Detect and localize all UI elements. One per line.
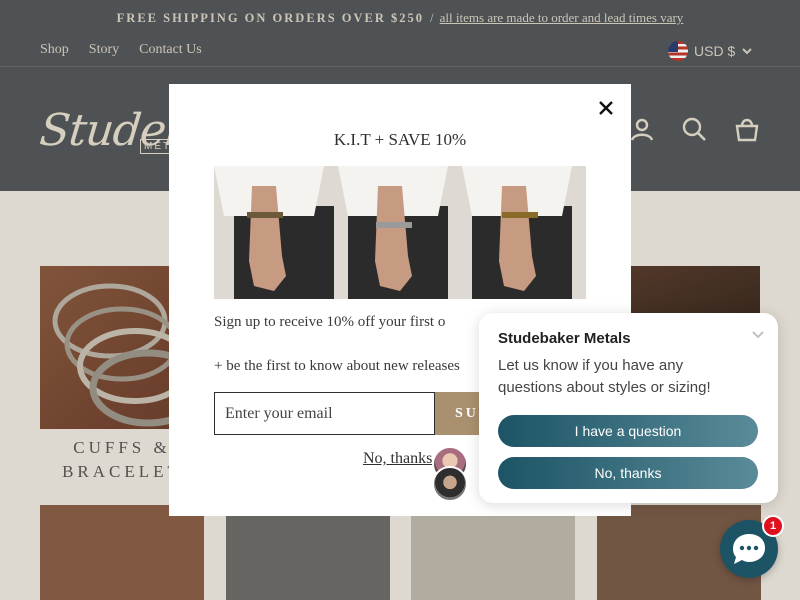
chat-sender-name: Studebaker Metals	[498, 330, 631, 347]
unread-badge: 1	[762, 515, 784, 537]
chat-question-button[interactable]: I have a question	[498, 415, 758, 447]
chevron-down-icon[interactable]	[751, 327, 765, 341]
no-thanks-link[interactable]: No, thanks	[363, 450, 432, 468]
wrist-photo-3	[462, 166, 586, 299]
wrist-photo-2	[338, 166, 462, 299]
wrist-photo-1	[214, 166, 338, 299]
close-icon[interactable]	[596, 98, 616, 118]
chat-popup: Studebaker Metals Let us know if you hav…	[479, 313, 778, 503]
email-field[interactable]	[214, 392, 435, 435]
agent-avatar-2	[432, 466, 468, 502]
chat-no-thanks-button[interactable]: No, thanks	[498, 457, 758, 489]
bracelet-photo-strip	[214, 166, 586, 299]
modal-title: K.I.T + SAVE 10%	[333, 130, 467, 149]
chat-message: Let us know if you have any questions ab…	[498, 357, 711, 396]
